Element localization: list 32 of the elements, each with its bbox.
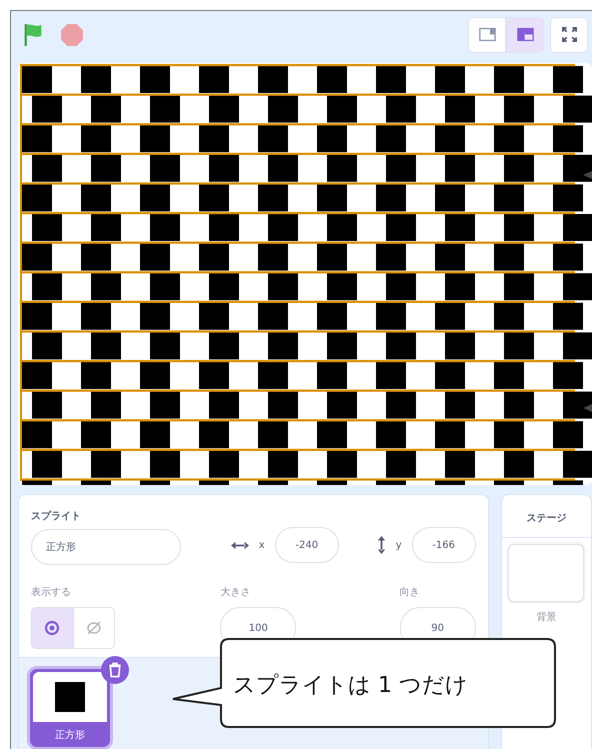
delete-icon[interactable] <box>101 656 129 684</box>
y-field[interactable]: -166 <box>412 527 476 563</box>
show-button[interactable] <box>32 608 72 648</box>
stage-title: ステージ <box>502 495 591 538</box>
hide-button[interactable] <box>72 608 114 648</box>
square-icon <box>55 682 85 712</box>
vertical-arrow-icon <box>376 536 386 554</box>
callout-text: スプライトは 1 つだけ <box>233 672 468 700</box>
sprite-name-field[interactable]: 正方形 <box>31 529 181 565</box>
fullscreen-icon <box>560 27 578 42</box>
sprite-label: スプライト <box>31 509 82 523</box>
backdrop-label: 背景 <box>536 610 556 624</box>
show-label: 表示する <box>31 586 72 599</box>
stop-icon[interactable] <box>61 24 83 46</box>
pointer-arrow <box>583 403 592 413</box>
large-stage-icon <box>516 27 534 42</box>
x-field[interactable]: -240 <box>274 527 339 563</box>
stage-thumbnail[interactable] <box>508 544 584 602</box>
crossed-eye-icon <box>86 620 102 636</box>
direction-label: 向き <box>400 586 421 599</box>
small-stage-icon <box>478 27 496 42</box>
horizontal-arrow-icon <box>230 540 249 550</box>
sprite-tile-name: 正方形 <box>54 728 86 742</box>
small-stage-button[interactable] <box>468 16 506 52</box>
size-label: 大きさ <box>220 586 252 599</box>
eye-icon <box>44 620 60 636</box>
fullscreen-button[interactable] <box>550 16 588 52</box>
pointer-arrow <box>583 170 592 180</box>
sprite-tile[interactable]: 正方形 <box>27 666 113 749</box>
large-stage-button[interactable] <box>506 16 544 52</box>
x-label: x <box>258 540 265 550</box>
y-label: y <box>396 540 402 550</box>
